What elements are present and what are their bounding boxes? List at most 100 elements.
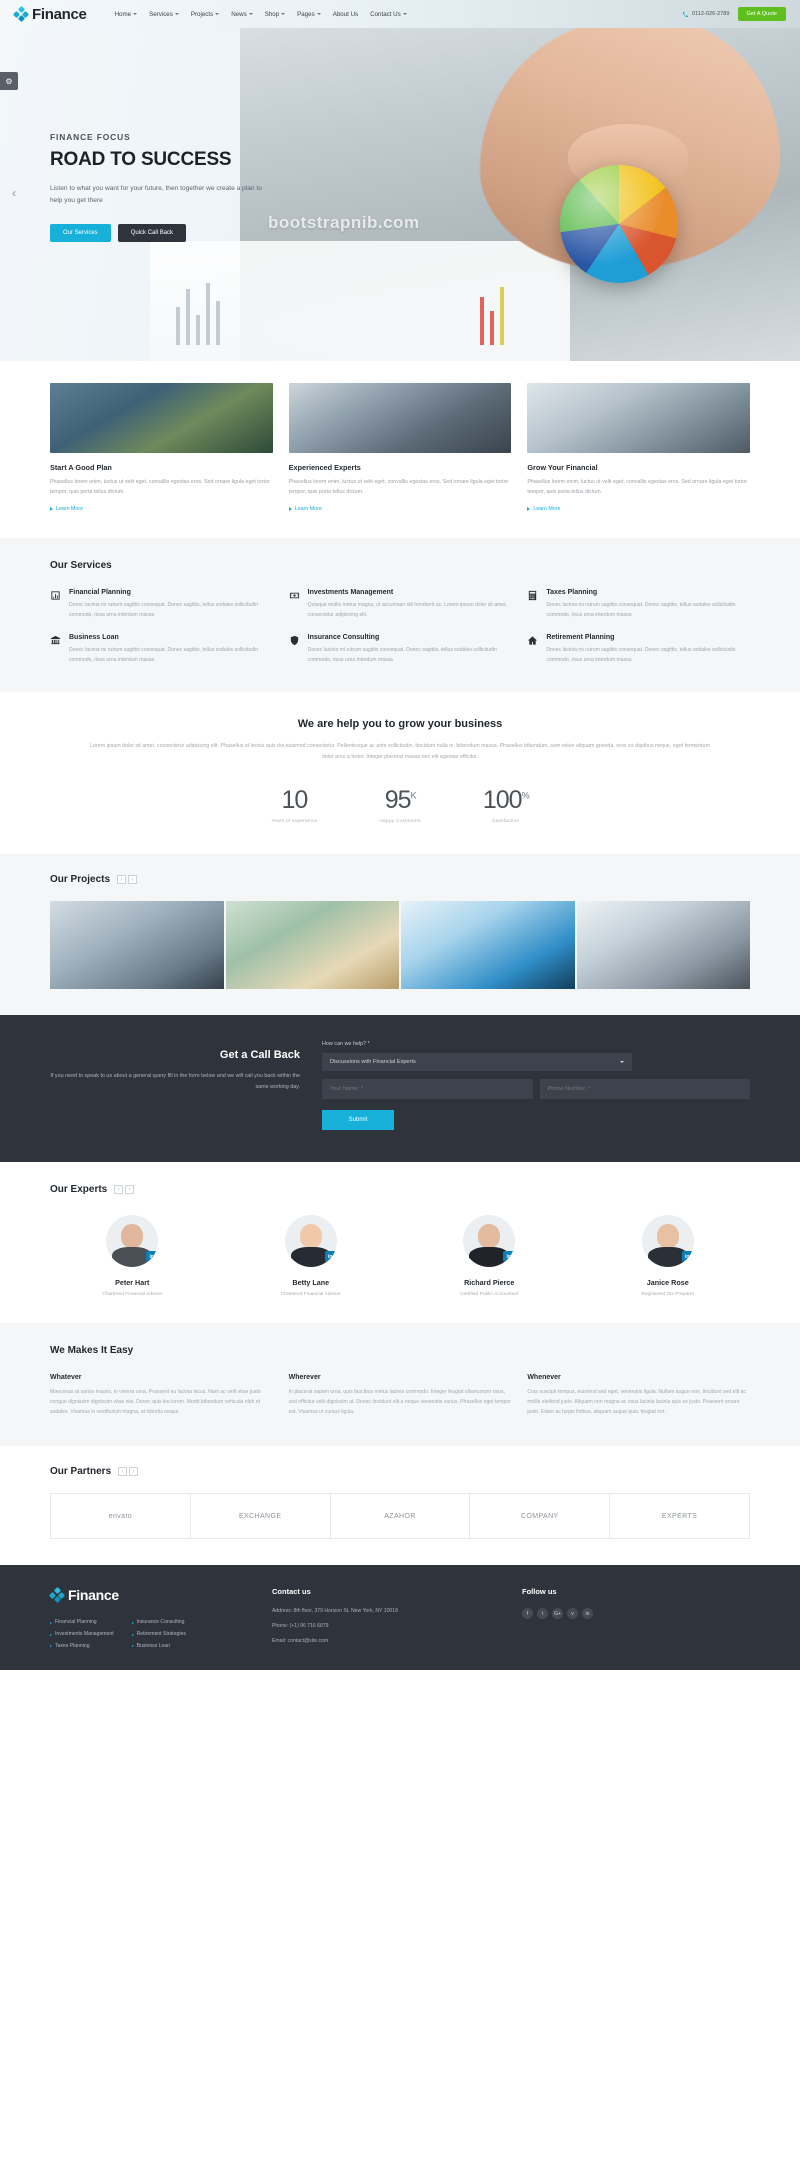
header-phone[interactable]: 0112-026-2789 bbox=[682, 11, 730, 18]
service-item-insurance-consulting[interactable]: Insurance Consulting Donec lacinia mi rut… bbox=[289, 634, 512, 666]
get-a-quote-button[interactable]: Get A Quote bbox=[737, 7, 786, 21]
expert-card: in Peter Hart Chartered Financial Adviso… bbox=[50, 1215, 215, 1297]
easy-text: Cras suscipit tempus, euismod sed eget, … bbox=[527, 1389, 746, 1416]
nav-item-contact-us[interactable]: Contact Us bbox=[370, 11, 407, 18]
footer-link[interactable]: Insurance Consulting bbox=[131, 1617, 186, 1629]
projects-next-button[interactable]: › bbox=[128, 875, 138, 885]
settings-gear-icon[interactable]: ⚙ bbox=[0, 72, 18, 90]
nav-label: Projects bbox=[190, 10, 214, 18]
chevron-down-icon bbox=[174, 13, 179, 15]
footer-link[interactable]: Retirement Strategies bbox=[131, 1629, 186, 1641]
feature-image bbox=[527, 383, 751, 453]
footer-link-label: Business Loan bbox=[136, 1642, 171, 1649]
service-text: Donec lacinia mi rutrum sagittis consequ… bbox=[546, 647, 736, 664]
easy-heading: Whenever bbox=[527, 1374, 561, 1382]
nav-label: Shop bbox=[264, 10, 280, 18]
twitter-icon[interactable]: t bbox=[537, 1608, 548, 1620]
linkedin-icon[interactable]: in bbox=[324, 1251, 336, 1263]
service-text: Donec lacinia mi rutrum sagittis consequ… bbox=[307, 647, 497, 664]
phone-number-input[interactable] bbox=[539, 1079, 750, 1100]
submit-button[interactable]: Submit bbox=[322, 1110, 394, 1131]
google-plus-icon[interactable]: G+ bbox=[552, 1608, 563, 1620]
learn-more-label: Learn More bbox=[56, 505, 84, 512]
footer-link[interactable]: Taxes Planning bbox=[50, 1641, 114, 1653]
linkedin-icon[interactable]: in bbox=[582, 1608, 593, 1620]
expert-name: Richard Pierce bbox=[464, 1278, 515, 1288]
expert-name: Peter Hart bbox=[115, 1278, 150, 1288]
service-name: Business Loan bbox=[69, 634, 119, 642]
nav-item-projects[interactable]: Projects bbox=[190, 10, 220, 18]
learn-more-label: Learn More bbox=[294, 505, 322, 512]
avatar: in bbox=[463, 1215, 516, 1268]
nav-item-home[interactable]: Home bbox=[115, 11, 138, 18]
footer-link[interactable]: Financial Planning bbox=[50, 1617, 114, 1629]
linkedin-icon[interactable]: in bbox=[503, 1251, 515, 1263]
section-title: Our Services bbox=[50, 559, 112, 571]
learn-more-label: Learn More bbox=[533, 505, 561, 512]
nav-item-pages[interactable]: Pages bbox=[297, 11, 321, 18]
vimeo-icon[interactable]: v bbox=[567, 1608, 578, 1620]
partner-logo-exchange[interactable]: EXCHANGE bbox=[191, 1494, 331, 1539]
arrow-right-icon bbox=[50, 1622, 52, 1625]
projects-prev-button[interactable]: ‹ bbox=[117, 875, 127, 885]
project-thumbnail[interactable] bbox=[576, 901, 750, 990]
nav-item-news[interactable]: News bbox=[231, 11, 253, 18]
linkedin-icon[interactable]: in bbox=[146, 1251, 158, 1263]
service-item-financial-planning[interactable]: Financial Planning Donec lacinia mi rutru… bbox=[50, 589, 273, 621]
project-thumbnail[interactable] bbox=[401, 901, 575, 990]
callback-text: If you need to speak to us about a gener… bbox=[50, 1073, 300, 1090]
how-can-we-help-select[interactable]: Discussions with Financial Experts bbox=[322, 1053, 632, 1072]
hero-prev-arrow[interactable]: ‹ bbox=[12, 186, 16, 200]
partner-logo-envato[interactable]: envato bbox=[51, 1494, 191, 1539]
feature-title: Start A Good Plan bbox=[50, 463, 112, 472]
partner-logo-company[interactable]: COMPANY bbox=[470, 1494, 611, 1539]
feature-card: Experienced Experts Phasellus lorem enim… bbox=[288, 383, 512, 512]
partner-logo-azahor[interactable]: AZAHOR bbox=[331, 1494, 471, 1539]
expert-name: Janice Rose bbox=[646, 1278, 689, 1288]
grow-business-section: We are help you to grow your business Lo… bbox=[0, 692, 800, 855]
footer-link[interactable]: Business Loan bbox=[131, 1641, 186, 1653]
nav-item-about-us[interactable]: About Us bbox=[333, 11, 358, 18]
our-services-button[interactable]: Our Services bbox=[50, 224, 111, 243]
footer-logo[interactable]: Finance bbox=[48, 1587, 250, 1604]
linkedin-icon[interactable]: in bbox=[681, 1251, 693, 1263]
experts-prev-button[interactable]: ‹ bbox=[114, 1185, 124, 1195]
service-item-taxes-planning[interactable]: Taxes Planning Donec lacinia mi rutrum sa… bbox=[527, 589, 750, 621]
service-item-business-loan[interactable]: Business Loan Donec lacinia mi rutrum sag… bbox=[50, 634, 273, 666]
learn-more-link[interactable]: Learn More bbox=[50, 506, 273, 512]
footer-link[interactable]: Investments Management bbox=[50, 1629, 114, 1641]
partners-prev-button[interactable]: ‹ bbox=[118, 1467, 128, 1477]
partners-next-button[interactable]: › bbox=[129, 1467, 139, 1477]
facebook-icon[interactable]: f bbox=[522, 1608, 533, 1620]
footer-link-label: Retirement Strategies bbox=[136, 1630, 186, 1637]
phone-icon bbox=[682, 11, 689, 17]
counter-number: 100 bbox=[482, 786, 523, 815]
footer-phone: Phone: (+1) 96 716 6879 bbox=[272, 1622, 329, 1629]
site-header: Finance Home Services Projects News Shop… bbox=[0, 0, 800, 28]
avatar: in bbox=[106, 1215, 159, 1268]
section-title: Our Experts bbox=[50, 1184, 108, 1196]
bar-chart-icon bbox=[51, 590, 60, 600]
footer-contact-column: Contact us Address: 8th floor, 379 Horiz… bbox=[272, 1587, 500, 1652]
chevron-down-icon bbox=[620, 1061, 624, 1064]
site-logo[interactable]: Finance bbox=[12, 6, 87, 23]
your-name-input[interactable] bbox=[322, 1079, 533, 1100]
chevron-down-icon bbox=[215, 13, 220, 15]
nav-item-shop[interactable]: Shop bbox=[264, 10, 286, 18]
quick-call-back-button[interactable]: Quick Call Back bbox=[117, 224, 187, 243]
nav-item-services[interactable]: Services bbox=[149, 11, 179, 18]
service-item-investments-management[interactable]: Investments Management Quisque mollis met… bbox=[289, 589, 512, 621]
service-item-retirement-planning[interactable]: Retirement Planning Donec lacinia mi rutr… bbox=[527, 634, 750, 666]
learn-more-link[interactable]: Learn More bbox=[288, 505, 512, 512]
nav-label: Home bbox=[114, 10, 132, 18]
arrow-right-icon bbox=[131, 1622, 134, 1625]
partner-logo-experts[interactable]: EXPERTS bbox=[610, 1494, 749, 1538]
section-title: Our Projects bbox=[50, 874, 111, 886]
learn-more-link[interactable]: Learn More bbox=[527, 506, 750, 512]
bank-icon bbox=[50, 636, 61, 645]
footer-link-label: Financial Planning bbox=[55, 1619, 97, 1626]
project-thumbnail[interactable] bbox=[225, 901, 399, 990]
get-a-call-back-section: Get a Call Back If you need to speak to … bbox=[0, 1015, 800, 1163]
project-thumbnail[interactable] bbox=[50, 901, 224, 990]
experts-next-button[interactable]: › bbox=[125, 1185, 135, 1195]
